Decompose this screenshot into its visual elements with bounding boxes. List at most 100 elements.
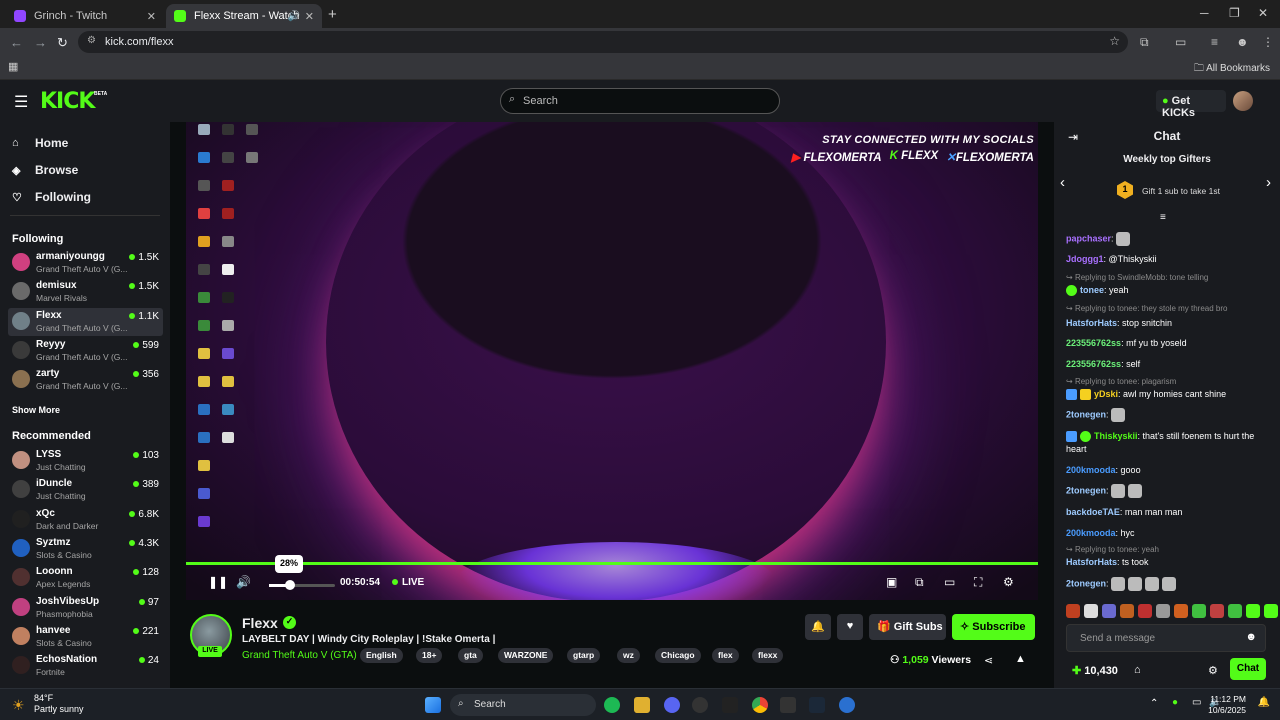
tab-grinch-twitch[interactable]: Grinch - Twitch ✕ (6, 4, 164, 28)
chat-username[interactable]: papchaser (1066, 233, 1111, 243)
forward-button[interactable]: → (34, 35, 47, 50)
discord-icon[interactable] (664, 697, 680, 713)
collapse-chat-icon[interactable]: ⇥ (1068, 130, 1078, 144)
back-button[interactable]: ← (10, 35, 23, 50)
tag-gta[interactable]: gta (458, 648, 483, 663)
url-field[interactable]: ⚙ kick.com/flexx ☆ (78, 31, 1128, 53)
sidebar-channel-echosnation[interactable]: EchosNation Fortnite 24 (8, 652, 163, 680)
chat-filter-icon[interactable]: ≡ (1160, 212, 1166, 223)
search-input[interactable]: ⌕ Search (500, 88, 780, 114)
battlenet-icon[interactable] (839, 697, 855, 713)
chat-emote-icon[interactable] (1111, 408, 1126, 422)
sidebar-channel-flexx[interactable]: Flexx Grand Theft Auto V (G... 1.1K (8, 307, 163, 336)
taskbar-search[interactable]: ⌕ Search (450, 694, 596, 716)
sidebar-channel-looonn[interactable]: Looonn Apex Legends 128 (8, 564, 163, 592)
pip-button[interactable]: ▣ (886, 575, 897, 589)
file-explorer-icon[interactable] (634, 697, 650, 713)
chat-username[interactable]: yDski (1094, 389, 1118, 399)
playback-progress-bar[interactable] (186, 562, 1038, 565)
show-more-link[interactable]: Show More (12, 405, 60, 415)
minimize-button[interactable]: ─ (1200, 6, 1209, 20)
streamer-name[interactable]: Flexx (242, 615, 278, 631)
tag-english[interactable]: English (360, 648, 403, 663)
profile-icon[interactable]: ☻ (1236, 35, 1249, 49)
reading-list-icon[interactable]: ≡ (1211, 35, 1218, 49)
send-chat-button[interactable]: Chat (1230, 658, 1266, 680)
network-icon[interactable]: ▭ (1192, 697, 1201, 708)
chat-emote-icon[interactable] (1145, 577, 1160, 591)
user-avatar[interactable] (1233, 91, 1253, 111)
kicks-balance[interactable]: ✚ 10,430 (1072, 664, 1118, 677)
emote-icon[interactable] (1228, 604, 1242, 618)
tag-flexx[interactable]: flexx (752, 648, 784, 663)
sidebar-channel-xqc[interactable]: xQc Dark and Darker 6.8K (8, 506, 163, 534)
tag-gtarp[interactable]: gtarp (567, 648, 601, 663)
sidebar-channel-demisux[interactable]: demisux Marvel Rivals 1.5K (8, 278, 163, 306)
weather-widget[interactable]: 84°F Partly sunny (34, 693, 84, 715)
nav-browse[interactable]: ◈ Browse (12, 163, 78, 177)
volume-icon[interactable]: 🔊 (236, 575, 251, 589)
chat-username[interactable]: 2tonegen (1066, 578, 1106, 588)
tag-chicago[interactable]: Chicago (655, 648, 701, 663)
emote-icon[interactable] (1246, 604, 1260, 618)
theater-mode-button[interactable]: ▭ (944, 575, 955, 589)
chat-emote-icon[interactable] (1111, 484, 1126, 498)
emote-icon[interactable] (1264, 604, 1278, 618)
taskbar-clock[interactable]: 11:12 PM 10/6/2025 (1208, 694, 1246, 716)
weather-icon[interactable]: ☀ (12, 697, 25, 714)
chat-emote-icon[interactable] (1128, 577, 1143, 591)
tab-flexx-stream[interactable]: Flexx Stream - Watch Live o 🔊 ✕ (166, 4, 322, 28)
tag-warzone[interactable]: WARZONE (498, 648, 554, 663)
pause-button[interactable]: ❚❚ (208, 575, 228, 589)
chrome-icon[interactable] (752, 697, 768, 713)
clip-button[interactable]: ⧉ (915, 575, 924, 590)
chat-username[interactable]: tonee (1080, 285, 1104, 295)
sidebar-channel-lyss[interactable]: LYSS Just Chatting 103 (8, 447, 163, 475)
chat-username[interactable]: HatsforHats (1066, 557, 1117, 567)
gifters-next-icon[interactable]: › (1266, 174, 1271, 191)
chat-emote-icon[interactable] (1162, 577, 1177, 591)
emote-icon[interactable] (1156, 604, 1170, 618)
reload-button[interactable]: ↻ (57, 35, 68, 51)
chat-emote-icon[interactable] (1116, 232, 1131, 246)
tag-18[interactable]: 18+ (416, 648, 443, 663)
chat-emote-icon[interactable] (1111, 577, 1126, 591)
notifications-icon[interactable]: 🔔 (1258, 697, 1270, 708)
store-icon[interactable]: ⌂ (1134, 664, 1141, 676)
hamburger-menu-icon[interactable]: ☰ (14, 92, 28, 112)
cast-icon[interactable]: ▭ (1175, 35, 1186, 49)
close-window-button[interactable]: ✕ (1258, 6, 1268, 20)
apps-grid-icon[interactable]: ▦ (8, 60, 18, 73)
app-icon[interactable] (692, 697, 708, 713)
emote-icon[interactable] (1066, 604, 1080, 618)
chat-username[interactable]: 200kmooda (1066, 465, 1116, 475)
chat-username[interactable]: 200kmooda (1066, 528, 1116, 538)
site-info-icon[interactable]: ⚙ (87, 35, 96, 46)
all-bookmarks-button[interactable]: 🗀 All Bookmarks (1194, 61, 1270, 78)
chat-username[interactable]: HatsforHats (1066, 318, 1117, 328)
chat-settings-icon[interactable]: ⚙ (1208, 664, 1218, 677)
chat-username[interactable]: 2tonegen (1066, 485, 1106, 495)
chat-username[interactable]: Thiskyskii (1094, 431, 1138, 441)
subscribe-button[interactable]: ✧ Subscribe (952, 614, 1035, 640)
report-icon[interactable]: ▲ (1015, 653, 1026, 665)
tag-flex[interactable]: flex (712, 648, 739, 663)
spotify-icon[interactable] (604, 697, 620, 713)
gift-subs-button[interactable]: 🎁 Gift Subs (869, 614, 946, 640)
sidebar-channel-joshvibesup[interactable]: JoshVibesUp Phasmophobia 97 (8, 594, 163, 622)
emote-icon[interactable] (1084, 604, 1098, 618)
extensions-icon[interactable]: ⧉ (1140, 35, 1149, 50)
follow-heart-icon[interactable]: ♥ (837, 614, 863, 640)
volume-slider[interactable] (269, 584, 335, 587)
get-kicks-button[interactable]: ● Get KICKs (1156, 90, 1226, 119)
gifters-prev-icon[interactable]: ‹ (1060, 174, 1065, 191)
epic-games-icon[interactable] (722, 697, 738, 713)
emote-icon[interactable] (1210, 604, 1224, 618)
tray-chevron-icon[interactable]: ⌃ (1150, 698, 1158, 709)
emote-icon[interactable] (1102, 604, 1116, 618)
sidebar-channel-syztmz[interactable]: Syztmz Slots & Casino 4.3K (8, 535, 163, 563)
new-tab-button[interactable]: + (328, 6, 337, 23)
bookmark-star-icon[interactable]: ☆ (1109, 34, 1120, 48)
chat-emote-icon[interactable] (1128, 484, 1143, 498)
kick-logo[interactable]: KICK (40, 89, 95, 114)
